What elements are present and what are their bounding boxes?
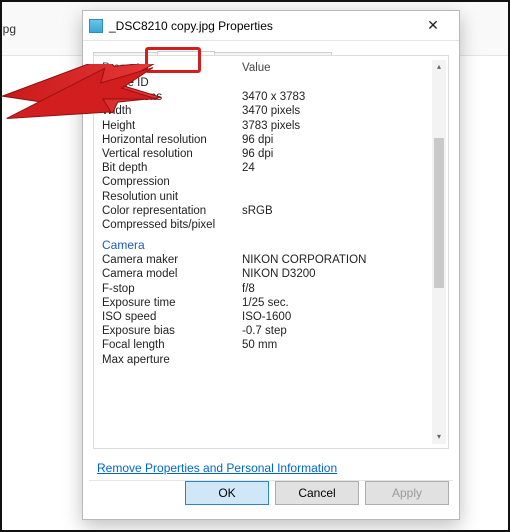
prop-exposure[interactable]: Exposure time1/25 sec. (102, 296, 430, 310)
dialog-buttons: OK Cancel Apply (185, 481, 449, 511)
scrollbar[interactable]: ▴ ▾ (432, 60, 446, 444)
details-content: Property Value Image ID Dimensions3470 x… (93, 55, 449, 449)
prop-compression[interactable]: Compression (102, 175, 430, 189)
prop-hres[interactable]: Horizontal resolution96 dpi (102, 133, 430, 147)
prop-width[interactable]: Width3470 pixels (102, 104, 430, 118)
prop-camera-maker[interactable]: Camera makerNIKON CORPORATION (102, 253, 430, 267)
remove-properties-link-row: Remove Properties and Personal Informati… (97, 461, 337, 475)
prop-bias[interactable]: Exposure bias-0.7 step (102, 324, 430, 338)
prop-maxap[interactable]: Max aperture (102, 352, 430, 366)
dialog-title: _DSC8210 copy.jpg Properties (109, 19, 413, 33)
prop-vres[interactable]: Vertical resolution96 dpi (102, 147, 430, 161)
scroll-down-icon[interactable]: ▾ (432, 430, 446, 444)
prop-resunit[interactable]: Resolution unit (102, 190, 430, 204)
prop-fstop[interactable]: F-stopf/8 (102, 282, 430, 296)
section-camera: Camera (102, 232, 430, 253)
properties-dialog: _DSC8210 copy.jpg Properties ✕ General D… (82, 10, 460, 520)
prop-image-id[interactable]: Image ID (102, 76, 430, 90)
prop-focal[interactable]: Focal length50 mm (102, 338, 430, 352)
bg-filename: jpg (0, 22, 16, 36)
prop-height[interactable]: Height3783 pixels (102, 119, 430, 133)
file-type-icon (89, 19, 103, 33)
titlebar: _DSC8210 copy.jpg Properties ✕ (83, 11, 459, 41)
grid-header: Property Value (102, 60, 430, 76)
apply-button[interactable]: Apply (365, 481, 449, 505)
scroll-thumb[interactable] (434, 138, 444, 288)
prop-dimensions[interactable]: Dimensions3470 x 3783 (102, 90, 430, 104)
prop-bitdepth[interactable]: Bit depth24 (102, 161, 430, 175)
ok-button[interactable]: OK (185, 481, 269, 505)
remove-properties-link[interactable]: Remove Properties and Personal Informati… (97, 461, 337, 475)
prop-cbp[interactable]: Compressed bits/pixel (102, 218, 430, 232)
cancel-button[interactable]: Cancel (275, 481, 359, 505)
close-button[interactable]: ✕ (413, 12, 453, 40)
scroll-up-icon[interactable]: ▴ (432, 60, 446, 74)
property-grid[interactable]: Property Value Image ID Dimensions3470 x… (102, 60, 430, 444)
header-value: Value (242, 62, 430, 74)
header-property: Property (102, 62, 242, 74)
prop-colorrep[interactable]: Color representationsRGB (102, 204, 430, 218)
prop-iso[interactable]: ISO speedISO-1600 (102, 310, 430, 324)
prop-camera-model[interactable]: Camera modelNIKON D3200 (102, 267, 430, 281)
